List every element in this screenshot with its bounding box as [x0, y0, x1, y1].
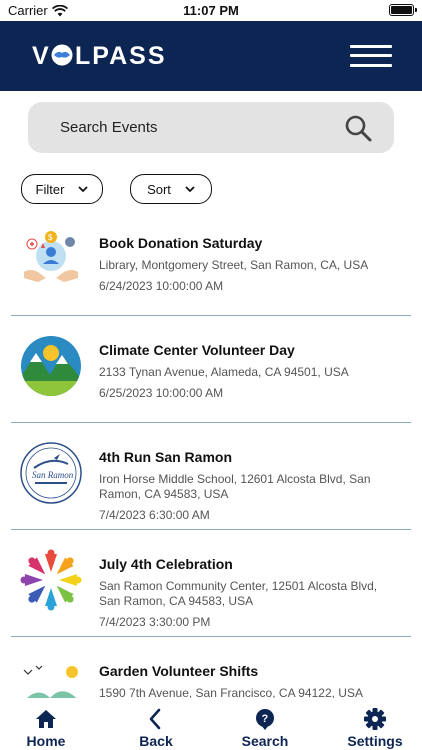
donation-hands-icon: $	[24, 231, 78, 282]
tab-settings-label: Settings	[347, 733, 403, 749]
sort-label: Sort	[147, 182, 171, 197]
event-list-item[interactable]: Garden Volunteer Shifts 1590 7th Avenue,…	[0, 637, 422, 698]
event-address: Iron Horse Middle School, 12601 Alcosta …	[99, 472, 371, 501]
event-title: Book Donation Saturday	[99, 235, 263, 251]
battery-icon	[389, 4, 417, 16]
garden-landscape-icon	[23, 665, 78, 698]
filter-label: Filter	[35, 182, 65, 197]
event-address: 1590 7th Avenue, San Francisco, CA 94122…	[99, 686, 363, 698]
event-date: 7/4/2023 3:30:00 PM	[99, 615, 211, 629]
community-circle-icon	[20, 549, 82, 611]
event-list: $ Book Donation Saturday Library, Montgo…	[0, 209, 422, 698]
home-icon	[36, 710, 56, 728]
search-input[interactable]	[60, 102, 330, 153]
event-title: July 4th Celebration	[99, 556, 233, 572]
event-date: 6/25/2023 10:00:00 AM	[99, 386, 224, 400]
tab-search[interactable]: ? Search	[225, 708, 305, 749]
filter-dropdown[interactable]: Filter	[21, 174, 103, 204]
volpass-logo[interactable]: V LPASS	[32, 43, 164, 67]
logo-image: V LPASS	[32, 43, 164, 67]
chevron-down-icon	[185, 186, 195, 193]
event-list-item[interactable]: $ Book Donation Saturday Library, Montgo…	[0, 209, 422, 316]
event-address: San Ramon Community Center, 12501 Alcost…	[99, 579, 378, 608]
hamburger-menu-icon[interactable]	[350, 45, 392, 67]
search-bar[interactable]	[28, 102, 394, 153]
tab-home-label: Home	[26, 733, 66, 749]
event-list-item[interactable]: Climate Center Volunteer Day 2133 Tynan …	[0, 316, 422, 423]
tab-home[interactable]: Home	[6, 708, 86, 749]
gear-icon	[364, 708, 386, 730]
help-pin-icon: ?	[256, 709, 274, 730]
status-time: 11:07 PM	[183, 3, 239, 18]
bottom-tab-bar: Home Back ? Search Settings	[0, 698, 422, 750]
chevron-down-icon	[78, 186, 89, 193]
app-screen: Carrier 11:07 PM V LPASS Search Events F…	[0, 0, 422, 750]
san-ramon-seal-icon: San Ramon	[20, 442, 82, 504]
svg-text:?: ?	[262, 713, 269, 725]
event-date: 7/4/2023 6:30:00 AM	[99, 508, 210, 522]
sort-dropdown[interactable]: Sort	[130, 174, 212, 204]
event-address: Library, Montgomery Street, San Ramon, C…	[99, 258, 369, 272]
svg-text:San Ramon: San Ramon	[32, 470, 74, 480]
tab-back-label: Back	[139, 733, 173, 749]
search-icon[interactable]	[344, 114, 372, 142]
tab-back[interactable]: Back	[116, 708, 196, 749]
event-list-item[interactable]: July 4th Celebration San Ramon Community…	[0, 530, 422, 637]
tab-settings[interactable]: Settings	[335, 708, 415, 749]
mountain-landscape-icon	[21, 336, 81, 396]
event-date: 6/24/2023 10:00:00 AM	[99, 279, 224, 293]
event-title: Garden Volunteer Shifts	[99, 663, 259, 679]
svg-text:V: V	[32, 43, 51, 67]
event-title: 4th Run San Ramon	[99, 449, 233, 465]
status-bar: Carrier 11:07 PM	[0, 0, 422, 21]
event-list-item[interactable]: San Ramon 4th Run San Ramon Iron Horse M…	[0, 423, 422, 530]
svg-text:LPASS: LPASS	[75, 43, 164, 67]
tab-search-label: Search	[241, 733, 289, 749]
event-title: Climate Center Volunteer Day	[99, 342, 295, 358]
event-address: 2133 Tynan Avenue, Alameda, CA 94501, US…	[99, 365, 349, 379]
app-header: V LPASS	[0, 21, 422, 91]
svg-text:$: $	[48, 233, 53, 242]
chevron-left-icon	[149, 708, 161, 730]
